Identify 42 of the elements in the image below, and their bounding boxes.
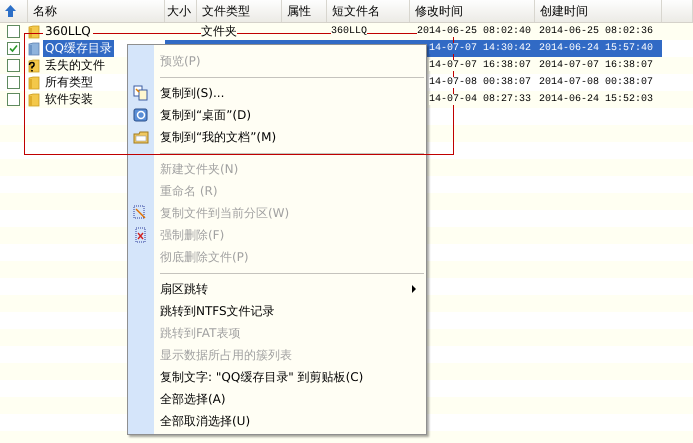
menu-item[interactable]: 复制文字: "QQ缓存目录" 到剪贴板(C) [128, 366, 426, 388]
up-arrow-icon[interactable] [5, 5, 16, 17]
column-header[interactable]: 文件类型 [202, 2, 250, 20]
column-header[interactable]: 大小 [167, 2, 191, 20]
column-header[interactable]: 名称 [33, 2, 57, 20]
file-name[interactable]: 所有类型 [43, 74, 95, 91]
desktop-icon [133, 107, 149, 123]
checkbox[interactable] [7, 42, 20, 55]
folder-icon [133, 129, 149, 145]
column-header[interactable]: 修改时间 [415, 2, 463, 20]
checkbox[interactable] [7, 25, 20, 38]
unknown-folder-icon [28, 58, 40, 72]
menu-item[interactable]: 复制到“桌面”(D) [128, 104, 426, 126]
submenu-arrow-icon [412, 285, 416, 293]
folder-icon [28, 92, 40, 106]
menu-item[interactable]: 扇区跳转 [128, 278, 426, 300]
folder-icon [28, 42, 40, 56]
table-cell: 14-07-04 08:27:33 [428, 94, 531, 105]
file-name[interactable]: QQ缓存目录 [43, 40, 114, 57]
menu-item[interactable]: 全部取消选择(U) [128, 410, 426, 432]
table-cell: 360LLQ [331, 26, 368, 37]
table-cell: 14-07-07 16:38:07 [428, 60, 531, 71]
table-cell: 文件夹 [201, 24, 237, 38]
checkbox[interactable] [7, 93, 20, 106]
table-cell: 14-07-07 14:30:42 [428, 43, 531, 54]
checkbox[interactable] [7, 59, 20, 72]
folder-icon [28, 24, 40, 38]
checkbox[interactable] [7, 76, 20, 89]
menu-item[interactable]: 复制到“我的文档”(M) [128, 126, 426, 148]
table-cell: 2014-06-25 08:02:40 [416, 26, 531, 37]
file-name[interactable]: 丢失的文件 [43, 57, 107, 74]
menu-item[interactable]: 全部选择(A) [128, 388, 426, 410]
checkmark-icon [9, 44, 18, 53]
copy-icon [133, 85, 149, 101]
folder-icon [28, 76, 40, 90]
column-header[interactable]: 短文件名 [332, 2, 380, 20]
column-header[interactable]: 创建时间 [540, 2, 588, 20]
file-name[interactable]: 软件安装 [43, 91, 95, 108]
column-header[interactable]: 属性 [287, 2, 311, 20]
table-cell: 14-07-08 00:38:07 [428, 77, 531, 88]
menu-item[interactable]: 复制到(S)... [128, 82, 426, 104]
menu-item[interactable]: 跳转到NTFS文件记录 [128, 300, 426, 322]
